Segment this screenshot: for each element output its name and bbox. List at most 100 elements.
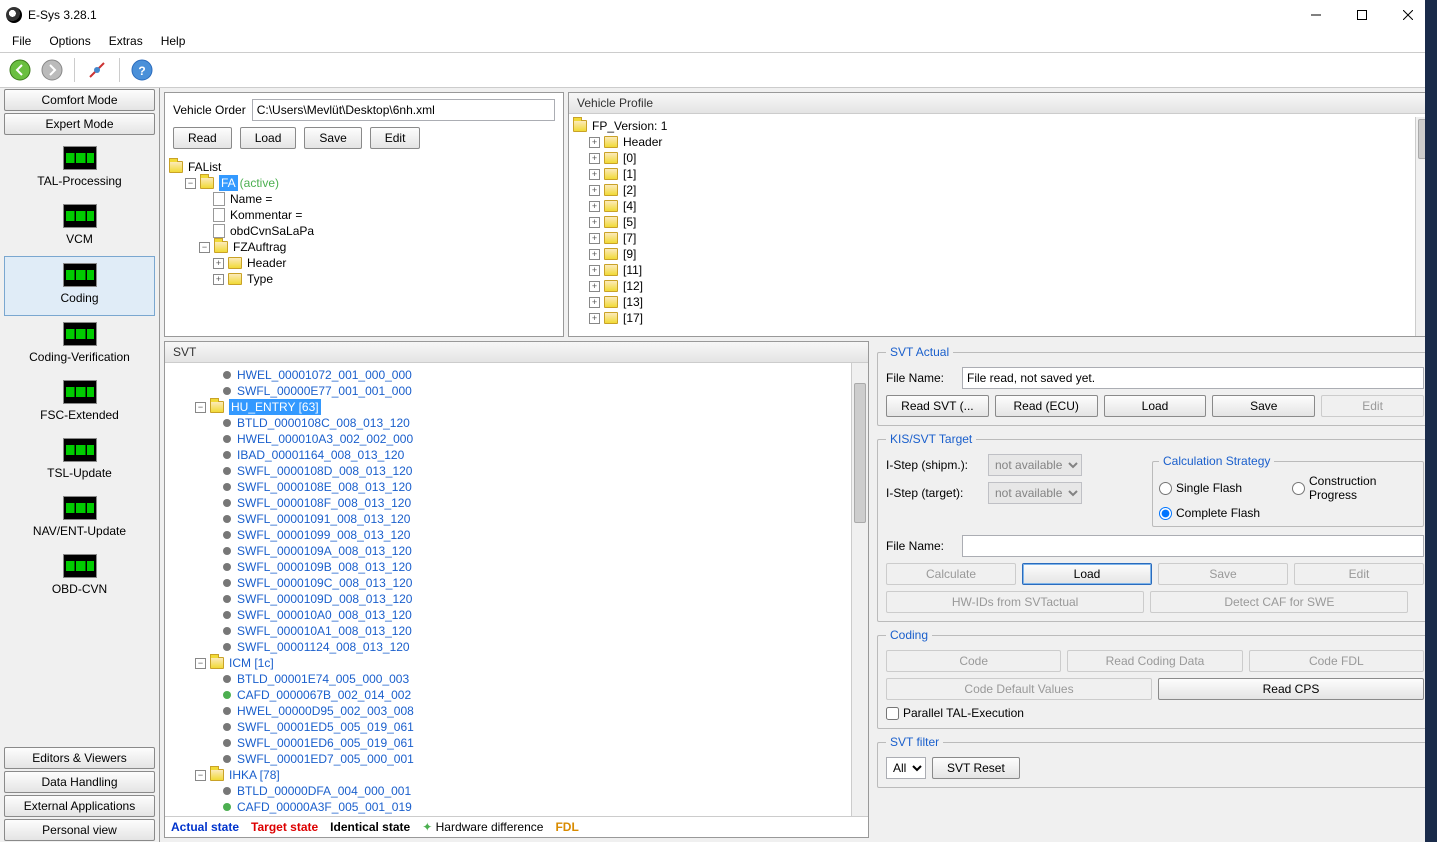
bullet-icon xyxy=(223,531,231,539)
comfort-mode-button[interactable]: Comfort Mode xyxy=(4,89,155,111)
menu-extras[interactable]: Extras xyxy=(101,32,151,50)
document-icon xyxy=(213,208,225,222)
sidebar-tsl-update[interactable]: TSL-Update xyxy=(0,432,159,490)
vehicle-order-path-input[interactable] xyxy=(252,99,555,121)
minimize-button[interactable] xyxy=(1293,0,1339,30)
expand-icon[interactable]: + xyxy=(589,297,600,308)
parallel-tal-checkbox[interactable]: Parallel TAL-Execution xyxy=(886,706,1424,720)
bullet-icon xyxy=(223,547,231,555)
vo-edit-button[interactable]: Edit xyxy=(370,127,421,149)
data-handling-button[interactable]: Data Handling xyxy=(4,771,155,793)
detect-caf-button: Detect CAF for SWE xyxy=(1150,591,1408,613)
folder-icon xyxy=(604,248,618,260)
kis-filename-input[interactable] xyxy=(962,535,1424,557)
bullet-icon xyxy=(223,675,231,683)
expand-icon[interactable]: + xyxy=(589,281,600,292)
maximize-button[interactable] xyxy=(1339,0,1385,30)
folder-icon xyxy=(604,168,618,180)
folder-icon xyxy=(604,232,618,244)
menu-bar: File Options Extras Help xyxy=(0,30,1437,52)
bullet-icon xyxy=(223,755,231,763)
app-logo-icon xyxy=(6,7,22,23)
sidebar-coding[interactable]: Coding xyxy=(4,256,155,316)
bullet-icon xyxy=(223,435,231,443)
editors-viewers-button[interactable]: Editors & Viewers xyxy=(4,747,155,769)
collapse-icon[interactable]: − xyxy=(185,178,196,189)
expand-icon[interactable]: + xyxy=(213,258,224,269)
sidebar-nav-ent-update[interactable]: NAV/ENT-Update xyxy=(0,490,159,548)
expand-icon[interactable]: + xyxy=(589,249,600,260)
svtact-load-button[interactable]: Load xyxy=(1104,395,1207,417)
svt-reset-button[interactable]: SVT Reset xyxy=(932,757,1020,779)
expand-icon[interactable]: + xyxy=(589,185,600,196)
folder-icon xyxy=(604,296,618,308)
menu-file[interactable]: File xyxy=(4,32,39,50)
expand-icon[interactable]: + xyxy=(589,169,600,180)
vo-load-button[interactable]: Load xyxy=(240,127,297,149)
personal-view-button[interactable]: Personal view xyxy=(4,819,155,841)
window-title: E-Sys 3.28.1 xyxy=(28,8,1293,22)
svt-title: SVT xyxy=(165,342,868,363)
help-button[interactable]: ? xyxy=(128,56,156,84)
sidebar: Comfort Mode Expert Mode TAL-Processing … xyxy=(0,88,160,842)
svt-tree[interactable]: HWEL_00001072_001_000_000SWFL_00000E77_0… xyxy=(165,363,868,816)
folder-icon xyxy=(228,257,242,269)
read-ecu-button[interactable]: Read (ECU) xyxy=(995,395,1098,417)
expand-icon[interactable]: + xyxy=(589,265,600,276)
istep-shipm-select: not available xyxy=(988,454,1082,476)
collapse-icon[interactable]: − xyxy=(195,770,206,781)
vehicle-order-panel: Vehicle Order Read Load Save Edit FAList… xyxy=(164,92,564,337)
fa-tree[interactable]: FAList −FA (active) Name = Kommentar = o… xyxy=(165,155,563,336)
bullet-icon xyxy=(223,627,231,635)
svt-filter-select[interactable]: All xyxy=(886,757,926,779)
folder-icon xyxy=(604,136,618,148)
single-flash-radio[interactable]: Single Flash xyxy=(1159,474,1284,502)
right-edge-strip xyxy=(1425,0,1437,842)
expert-mode-button[interactable]: Expert Mode xyxy=(4,113,155,135)
vp-tree[interactable]: FP_Version: 1+Header+[0]+[1]+[2]+[4]+[5]… xyxy=(569,114,1432,336)
svg-text:?: ? xyxy=(138,64,145,78)
folder-icon xyxy=(210,401,224,413)
expand-icon[interactable]: + xyxy=(589,217,600,228)
expand-icon[interactable]: + xyxy=(213,274,224,285)
expand-icon[interactable]: + xyxy=(589,313,600,324)
sidebar-vcm[interactable]: VCM xyxy=(0,198,159,256)
collapse-icon[interactable]: − xyxy=(199,242,210,253)
bullet-icon xyxy=(223,739,231,747)
kis-load-button[interactable]: Load xyxy=(1022,563,1152,585)
collapse-icon[interactable]: − xyxy=(195,402,206,413)
collapse-icon[interactable]: − xyxy=(195,658,206,669)
vo-read-button[interactable]: Read xyxy=(173,127,232,149)
expand-icon[interactable]: + xyxy=(589,201,600,212)
expand-icon[interactable]: + xyxy=(589,137,600,148)
read-svt-button[interactable]: Read SVT (... xyxy=(886,395,989,417)
bullet-icon xyxy=(223,691,231,699)
sidebar-fsc-extended[interactable]: FSC-Extended xyxy=(0,374,159,432)
forward-button[interactable] xyxy=(38,56,66,84)
sidebar-coding-verification[interactable]: Coding-Verification xyxy=(0,316,159,374)
connect-button[interactable] xyxy=(83,56,111,84)
construction-progress-radio[interactable]: Construction Progress xyxy=(1292,474,1417,502)
expand-icon[interactable]: + xyxy=(589,233,600,244)
kis-edit-button: Edit xyxy=(1294,563,1424,585)
bullet-icon xyxy=(223,579,231,587)
read-cps-button[interactable]: Read CPS xyxy=(1158,678,1424,700)
title-bar: E-Sys 3.28.1 xyxy=(0,0,1437,30)
bullet-icon xyxy=(223,499,231,507)
external-applications-button[interactable]: External Applications xyxy=(4,795,155,817)
folder-icon xyxy=(604,312,618,324)
bullet-icon xyxy=(223,611,231,619)
svtact-save-button[interactable]: Save xyxy=(1212,395,1315,417)
back-button[interactable] xyxy=(6,56,34,84)
scrollbar[interactable] xyxy=(851,363,868,816)
sidebar-obd-cvn[interactable]: OBD-CVN xyxy=(0,548,159,606)
bullet-icon xyxy=(223,387,231,395)
svt-actual-filename[interactable] xyxy=(962,367,1424,389)
sidebar-tal-processing[interactable]: TAL-Processing xyxy=(0,140,159,198)
menu-options[interactable]: Options xyxy=(41,32,98,50)
expand-icon[interactable]: + xyxy=(589,153,600,164)
svt-panel: SVT HWEL_00001072_001_000_000SWFL_00000E… xyxy=(164,341,869,838)
vo-save-button[interactable]: Save xyxy=(304,127,361,149)
complete-flash-radio[interactable]: Complete Flash xyxy=(1159,506,1284,520)
menu-help[interactable]: Help xyxy=(153,32,194,50)
